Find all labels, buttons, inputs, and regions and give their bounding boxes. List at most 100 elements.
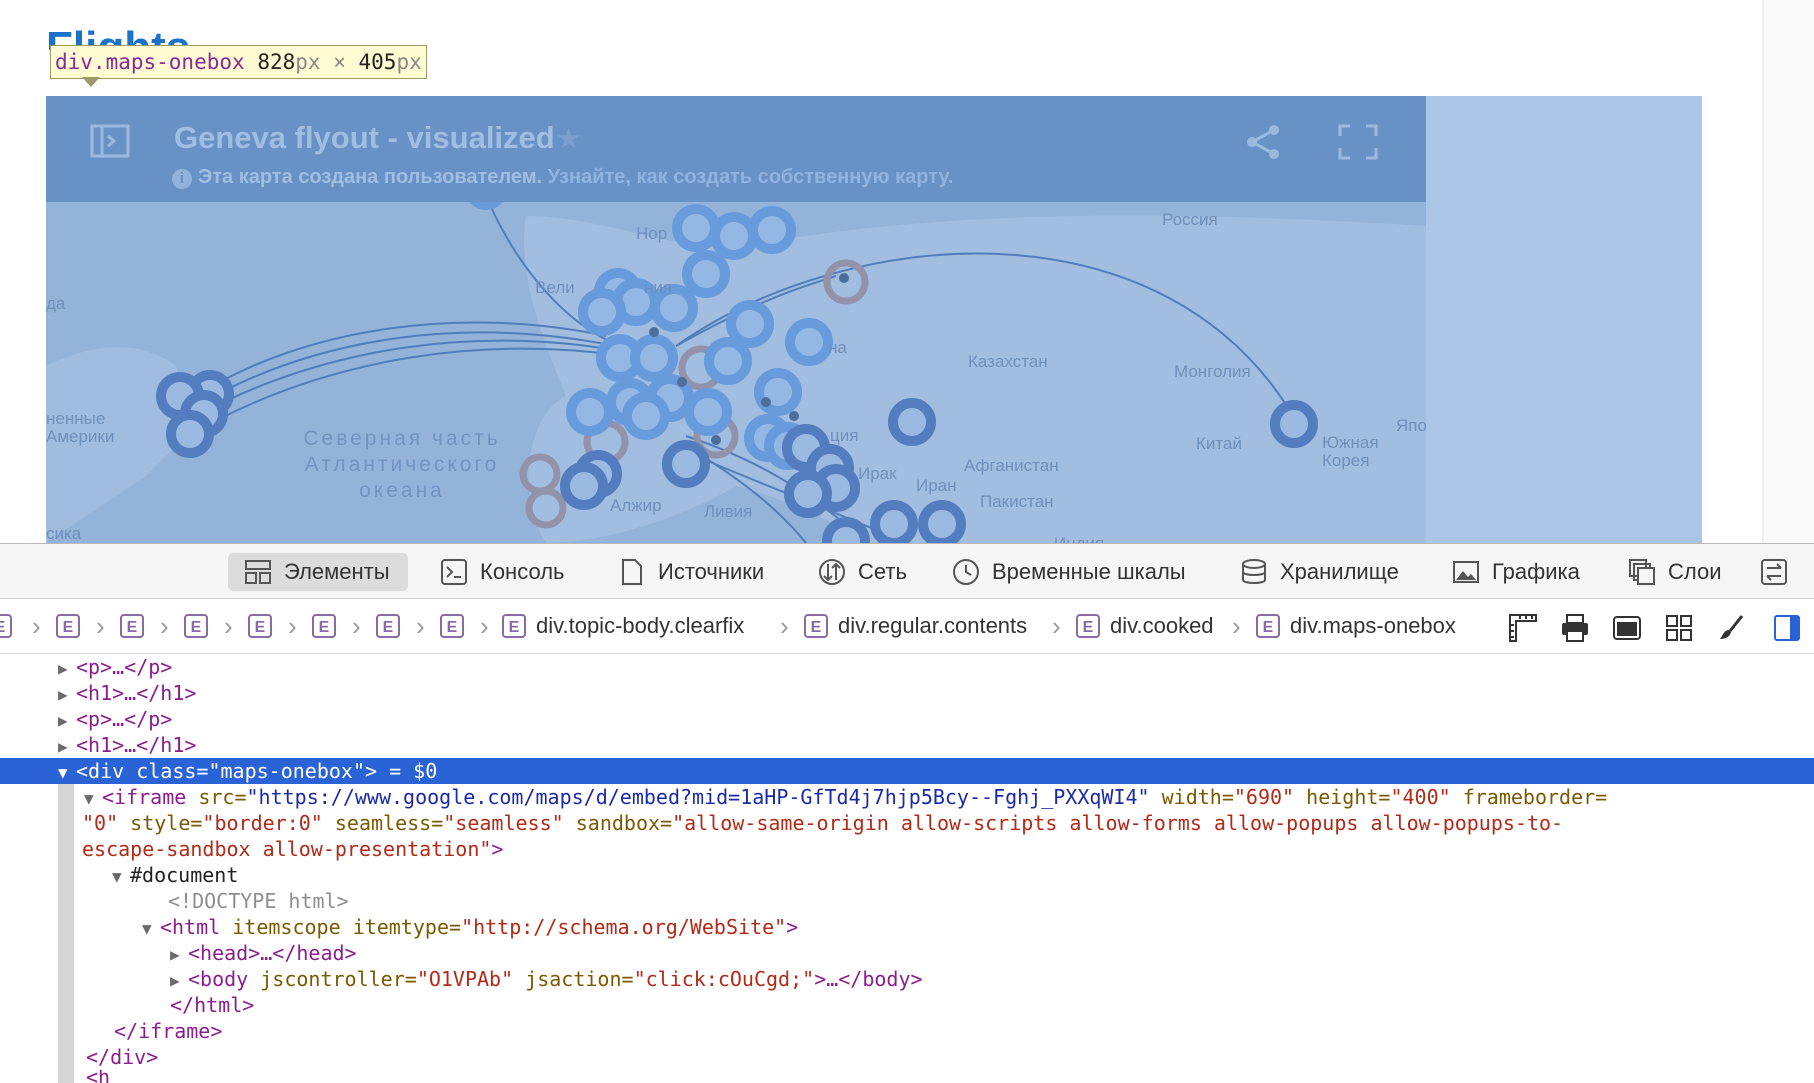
dom-node-iframe-cont: escape-sandbox allow-presentation"> <box>82 836 503 862</box>
breadcrumb-label: div.topic-body.clearfix <box>536 613 745 638</box>
fullscreen-icon[interactable] <box>1338 124 1378 160</box>
map-label-gb2: ния <box>644 278 673 297</box>
breadcrumb-item-maps-onebox[interactable]: Ediv.maps-onebox <box>1256 611 1456 641</box>
dom-node-html[interactable]: ▼ <html itemscope itemtype="http://schema… <box>142 914 798 940</box>
dom-attr-name: width= <box>1161 785 1234 809</box>
dom-attr-value: "click:cOuCgd;" <box>633 967 815 991</box>
tab-storage[interactable]: Хранилище <box>1240 553 1399 591</box>
breadcrumb: E › E › E › E › E › E › E › E › Ediv.top… <box>0 599 1814 654</box>
star-icon[interactable]: ★ <box>556 122 581 155</box>
dom-node-p[interactable]: ▶ <p>…</p> <box>58 706 172 732</box>
map-label-pakistan: Пакистан <box>980 492 1054 511</box>
paintbrush-icon[interactable] <box>1716 613 1746 643</box>
dom-node-body[interactable]: ▶ <body jscontroller="O1VPAb" jsaction="c… <box>170 966 923 992</box>
storage-icon <box>1242 559 1266 584</box>
tab-network[interactable]: Сеть <box>818 553 907 591</box>
element-icon: E <box>1076 614 1100 638</box>
dom-node-text: <html <box>160 915 221 939</box>
page-scrollbar-track[interactable] <box>1764 0 1814 543</box>
expand-triangle-icon[interactable]: ▶ <box>170 968 188 994</box>
collapse-triangle-icon[interactable]: ▼ <box>58 760 76 786</box>
dom-node-iframe-close[interactable]: </iframe> <box>114 1018 222 1044</box>
print-icon[interactable] <box>1560 613 1590 643</box>
audit-icon <box>1761 559 1787 585</box>
tab-layers[interactable]: Слои <box>1628 553 1722 591</box>
inspector-size-tooltip: div.maps-onebox 828px × 405px <box>50 45 427 79</box>
dom-node-selected-div[interactable]: ▼ <div class="maps-onebox"> = $0 <box>0 758 1814 784</box>
expand-triangle-icon[interactable]: ▶ <box>58 708 76 734</box>
map-label-sika: сика <box>46 524 82 543</box>
collapse-triangle-icon[interactable]: ▼ <box>112 864 130 890</box>
share-icon[interactable] <box>1246 124 1282 160</box>
map-label-na: на <box>828 338 847 357</box>
element-icon: E <box>312 614 336 638</box>
grid-icon[interactable] <box>1664 613 1694 643</box>
layers-icon <box>1629 559 1655 585</box>
expand-triangle-icon[interactable]: ▶ <box>58 682 76 708</box>
map-label-india: Индия <box>1054 534 1104 543</box>
dom-attr-name: style= <box>130 811 203 835</box>
breadcrumb-separator: › <box>1052 611 1061 641</box>
breadcrumb-item[interactable]: E <box>184 611 218 641</box>
breadcrumb-item-regular-contents[interactable]: Ediv.regular.contents <box>804 611 1027 641</box>
breadcrumb-separator: › <box>224 611 233 641</box>
breadcrumb-item[interactable]: E <box>312 611 346 641</box>
dom-node-text: </html> <box>170 993 255 1017</box>
tab-elements[interactable]: Элементы <box>228 553 408 591</box>
screenshot-icon[interactable] <box>1612 613 1642 643</box>
breadcrumb-item[interactable]: E <box>0 611 22 641</box>
dom-node-document[interactable]: ▼ #document <box>112 862 238 888</box>
dom-node-head[interactable]: ▶ <head>…</head> <box>170 940 357 966</box>
tab-overflow[interactable] <box>1760 553 1800 591</box>
dom-attr-value[interactable]: "https://www.google.com/maps/d/embed?mid… <box>247 785 1150 809</box>
console-icon <box>441 559 467 585</box>
map-label-kazakhstan: Казахстан <box>968 352 1048 371</box>
ruler-icon[interactable] <box>1508 613 1538 643</box>
dom-node-p[interactable]: ▶ <p>…</p> <box>58 654 172 680</box>
dom-node-partial[interactable]: <h <box>86 1070 110 1083</box>
dom-node-ref: = $0 <box>377 759 438 783</box>
dom-attr-value: "seamless" <box>443 811 564 835</box>
tab-timelines[interactable]: Временные шкалы <box>952 553 1186 591</box>
graphics-icon <box>1453 561 1479 583</box>
breadcrumb-item[interactable]: E <box>56 611 90 641</box>
breadcrumb-item[interactable]: E <box>440 611 474 641</box>
breadcrumb-label: div.maps-onebox <box>1290 613 1456 638</box>
map-header: Geneva flyout - visualized ★ i Эта карта … <box>46 96 1426 202</box>
dom-node-text: #document <box>130 863 239 887</box>
sidebar-toggle-icon[interactable] <box>90 124 130 158</box>
dom-attr-value: "400" <box>1390 785 1451 809</box>
dom-node-div-close[interactable]: </div> <box>86 1044 158 1070</box>
info-icon: i <box>172 169 192 189</box>
tab-sources[interactable]: Источники <box>618 553 764 591</box>
dom-node-text: <iframe <box>102 785 187 809</box>
sidebar-panel-icon[interactable] <box>1772 613 1802 643</box>
expand-triangle-icon[interactable]: ▶ <box>58 734 76 760</box>
dom-node-h1[interactable]: ▶ <h1>…</h1> <box>58 732 196 758</box>
breadcrumb-item[interactable]: E <box>120 611 154 641</box>
map-label-libya: Ливия <box>704 502 753 521</box>
dom-node-text: </iframe> <box>114 1019 223 1043</box>
dom-node-h1[interactable]: ▶ <h1>…</h1> <box>58 680 196 706</box>
maps-onebox-map[interactable]: Россия Нор Вели ния Казахстан Монголия К… <box>46 96 1426 543</box>
element-icon: E <box>376 614 400 638</box>
dom-node-iframe[interactable]: ▼ <iframe src="https://www.google.com/map… <box>84 784 1607 810</box>
breadcrumb-item-topic-body[interactable]: Ediv.topic-body.clearfix <box>502 611 744 641</box>
map-info-link[interactable]: Узнайте, как создать собственную карту. <box>548 166 954 188</box>
dom-node-doctype[interactable]: <!DOCTYPE html> <box>168 888 349 914</box>
breadcrumb-item-cooked[interactable]: Ediv.cooked <box>1076 611 1214 641</box>
tab-graphics[interactable]: Графика <box>1452 553 1580 591</box>
inspector-tabbar: Элементы Консоль Источники Сеть Временны… <box>0 544 1814 599</box>
dom-node-html-close[interactable]: </html> <box>170 992 254 1018</box>
expand-triangle-icon[interactable]: ▶ <box>58 656 76 682</box>
breadcrumb-item[interactable]: E <box>248 611 282 641</box>
dom-node-text: > <box>491 837 504 861</box>
collapse-triangle-icon[interactable]: ▼ <box>84 786 102 812</box>
map-label-japan: Япо <box>1396 416 1426 435</box>
tab-console[interactable]: Консоль <box>440 553 565 591</box>
collapse-triangle-icon[interactable]: ▼ <box>142 916 160 942</box>
expand-triangle-icon[interactable]: ▶ <box>170 942 188 968</box>
dom-attr-name: itemscope <box>232 915 341 939</box>
breadcrumb-item[interactable]: E <box>376 611 410 641</box>
indent-guide <box>58 784 74 1083</box>
